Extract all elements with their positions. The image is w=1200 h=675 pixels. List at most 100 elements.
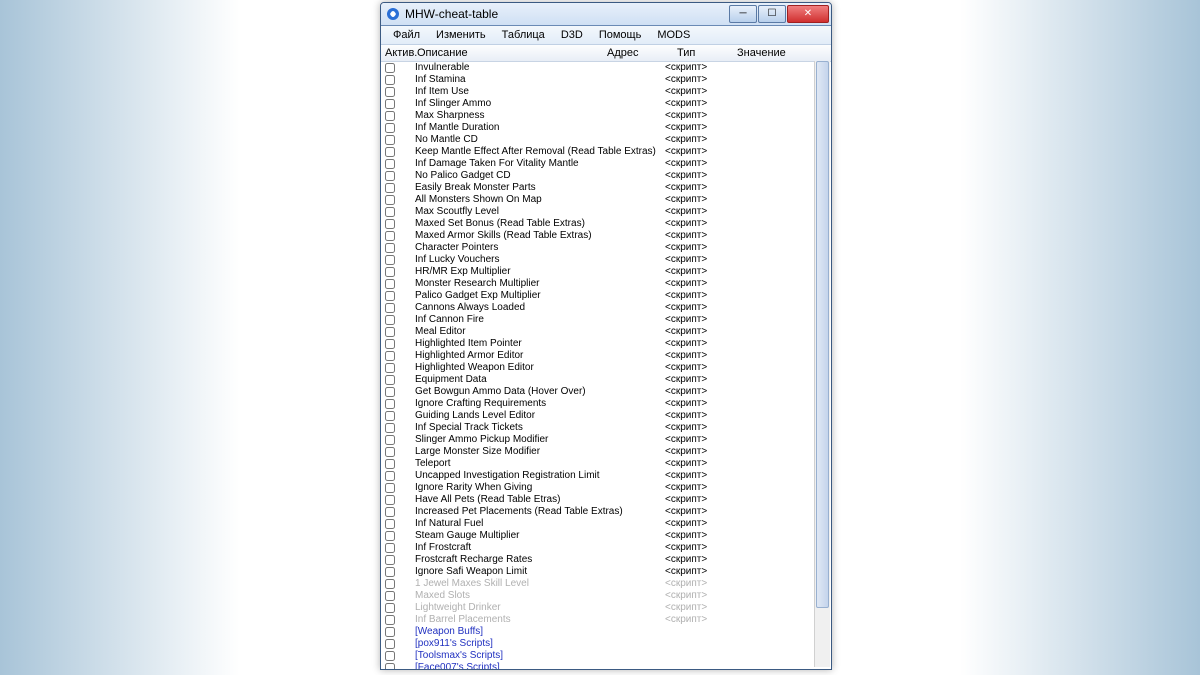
table-row[interactable]: HR/MR Exp Multiplier<скрипт>	[381, 266, 831, 278]
titlebar[interactable]: MHW-cheat-table ─ ☐ ✕	[381, 3, 831, 26]
row-checkbox[interactable]	[385, 183, 395, 193]
table-row[interactable]: Easily Break Monster Parts<скрипт>	[381, 182, 831, 194]
row-checkbox[interactable]	[385, 63, 395, 73]
table-row[interactable]: Max Scoutfly Level<скрипт>	[381, 206, 831, 218]
table-row[interactable]: Highlighted Weapon Editor<скрипт>	[381, 362, 831, 374]
table-row[interactable]: Increased Pet Placements (Read Table Ext…	[381, 506, 831, 518]
row-checkbox[interactable]	[385, 291, 395, 301]
row-checkbox[interactable]	[385, 123, 395, 133]
row-checkbox[interactable]	[385, 507, 395, 517]
row-checkbox[interactable]	[385, 111, 395, 121]
menu-help[interactable]: Помощь	[591, 28, 650, 42]
table-row[interactable]: No Mantle CD<скрипт>	[381, 134, 831, 146]
col-value[interactable]: Значение	[737, 47, 829, 59]
row-checkbox[interactable]	[385, 483, 395, 493]
row-checkbox[interactable]	[385, 471, 395, 481]
table-row[interactable]: Frostcraft Recharge Rates<скрипт>	[381, 554, 831, 566]
scrollbar-thumb[interactable]	[816, 61, 829, 608]
row-checkbox[interactable]	[385, 315, 395, 325]
table-row[interactable]: Monster Research Multiplier<скрипт>	[381, 278, 831, 290]
table-row[interactable]: Inf Damage Taken For Vitality Mantle<скр…	[381, 158, 831, 170]
row-checkbox[interactable]	[385, 459, 395, 469]
table-row[interactable]: Inf Stamina<скрипт>	[381, 74, 831, 86]
menu-d3d[interactable]: D3D	[553, 28, 591, 42]
table-row[interactable]: Equipment Data<скрипт>	[381, 374, 831, 386]
table-row[interactable]: Ignore Crafting Requirements<скрипт>	[381, 398, 831, 410]
row-checkbox[interactable]	[385, 579, 395, 589]
table-row[interactable]: [pox911's Scripts]	[381, 638, 831, 650]
row-checkbox[interactable]	[385, 615, 395, 625]
row-checkbox[interactable]	[385, 375, 395, 385]
table-row[interactable]: [Toolsmax's Scripts]	[381, 650, 831, 662]
row-checkbox[interactable]	[385, 363, 395, 373]
table-row[interactable]: Inf Cannon Fire<скрипт>	[381, 314, 831, 326]
table-row[interactable]: Uncapped Investigation Registration Limi…	[381, 470, 831, 482]
row-checkbox[interactable]	[385, 75, 395, 85]
table-row[interactable]: Inf Mantle Duration<скрипт>	[381, 122, 831, 134]
col-active[interactable]: Актив.	[383, 47, 417, 59]
col-type[interactable]: Тип	[677, 47, 737, 59]
row-checkbox[interactable]	[385, 495, 395, 505]
row-checkbox[interactable]	[385, 639, 395, 649]
table-row[interactable]: Inf Special Track Tickets<скрипт>	[381, 422, 831, 434]
row-checkbox[interactable]	[385, 627, 395, 637]
row-checkbox[interactable]	[385, 279, 395, 289]
table-row[interactable]: Max Sharpness<скрипт>	[381, 110, 831, 122]
menu-edit[interactable]: Изменить	[428, 28, 494, 42]
row-checkbox[interactable]	[385, 543, 395, 553]
row-checkbox[interactable]	[385, 411, 395, 421]
row-checkbox[interactable]	[385, 339, 395, 349]
table-row[interactable]: Maxed Slots<скрипт>	[381, 590, 831, 602]
table-row[interactable]: Slinger Ammo Pickup Modifier<скрипт>	[381, 434, 831, 446]
row-checkbox[interactable]	[385, 327, 395, 337]
row-checkbox[interactable]	[385, 663, 395, 669]
row-checkbox[interactable]	[385, 87, 395, 97]
row-checkbox[interactable]	[385, 135, 395, 145]
row-checkbox[interactable]	[385, 591, 395, 601]
table-row[interactable]: Inf Lucky Vouchers<скрипт>	[381, 254, 831, 266]
table-row[interactable]: Ignore Safi Weapon Limit<скрипт>	[381, 566, 831, 578]
row-checkbox[interactable]	[385, 531, 395, 541]
row-checkbox[interactable]	[385, 207, 395, 217]
row-checkbox[interactable]	[385, 423, 395, 433]
table-row[interactable]: Inf Frostcraft<скрипт>	[381, 542, 831, 554]
table-row[interactable]: Large Monster Size Modifier<скрипт>	[381, 446, 831, 458]
row-checkbox[interactable]	[385, 195, 395, 205]
row-checkbox[interactable]	[385, 399, 395, 409]
table-row[interactable]: Maxed Armor Skills (Read Table Extras)<с…	[381, 230, 831, 242]
row-checkbox[interactable]	[385, 603, 395, 613]
row-checkbox[interactable]	[385, 303, 395, 313]
table-row[interactable]: Ignore Rarity When Giving<скрипт>	[381, 482, 831, 494]
table-row[interactable]: 1 Jewel Maxes Skill Level<скрипт>	[381, 578, 831, 590]
maximize-button[interactable]: ☐	[758, 5, 786, 23]
row-checkbox[interactable]	[385, 387, 395, 397]
table-row[interactable]: Invulnerable<скрипт>	[381, 62, 831, 74]
table-row[interactable]: No Palico Gadget CD<скрипт>	[381, 170, 831, 182]
row-checkbox[interactable]	[385, 351, 395, 361]
table-row[interactable]: Character Pointers<скрипт>	[381, 242, 831, 254]
row-checkbox[interactable]	[385, 555, 395, 565]
table-row[interactable]: Maxed Set Bonus (Read Table Extras)<скри…	[381, 218, 831, 230]
row-checkbox[interactable]	[385, 219, 395, 229]
row-checkbox[interactable]	[385, 231, 395, 241]
col-address[interactable]: Адрес	[607, 47, 677, 59]
row-checkbox[interactable]	[385, 567, 395, 577]
table-row[interactable]: Steam Gauge Multiplier<скрипт>	[381, 530, 831, 542]
table-row[interactable]: Teleport<скрипт>	[381, 458, 831, 470]
table-row[interactable]: Keep Mantle Effect After Removal (Read T…	[381, 146, 831, 158]
table-row[interactable]: Highlighted Item Pointer<скрипт>	[381, 338, 831, 350]
menu-file[interactable]: Файл	[385, 28, 428, 42]
scrollbar[interactable]	[814, 61, 830, 667]
table-row[interactable]: Palico Gadget Exp Multiplier<скрипт>	[381, 290, 831, 302]
table-row[interactable]: Meal Editor<скрипт>	[381, 326, 831, 338]
cheat-list[interactable]: Invulnerable<скрипт>Inf Stamina<скрипт> I…	[381, 62, 831, 669]
row-checkbox[interactable]	[385, 651, 395, 661]
table-row[interactable]: Cannons Always Loaded<скрипт>	[381, 302, 831, 314]
table-row[interactable]: [Face007's Scripts]	[381, 662, 831, 669]
table-row[interactable]: [Weapon Buffs]	[381, 626, 831, 638]
row-checkbox[interactable]	[385, 519, 395, 529]
col-description[interactable]: Описание	[417, 47, 607, 59]
table-row[interactable]: Highlighted Armor Editor<скрипт>	[381, 350, 831, 362]
table-row[interactable]: Inf Slinger Ammo<скрипт>	[381, 98, 831, 110]
menu-table[interactable]: Таблица	[494, 28, 553, 42]
